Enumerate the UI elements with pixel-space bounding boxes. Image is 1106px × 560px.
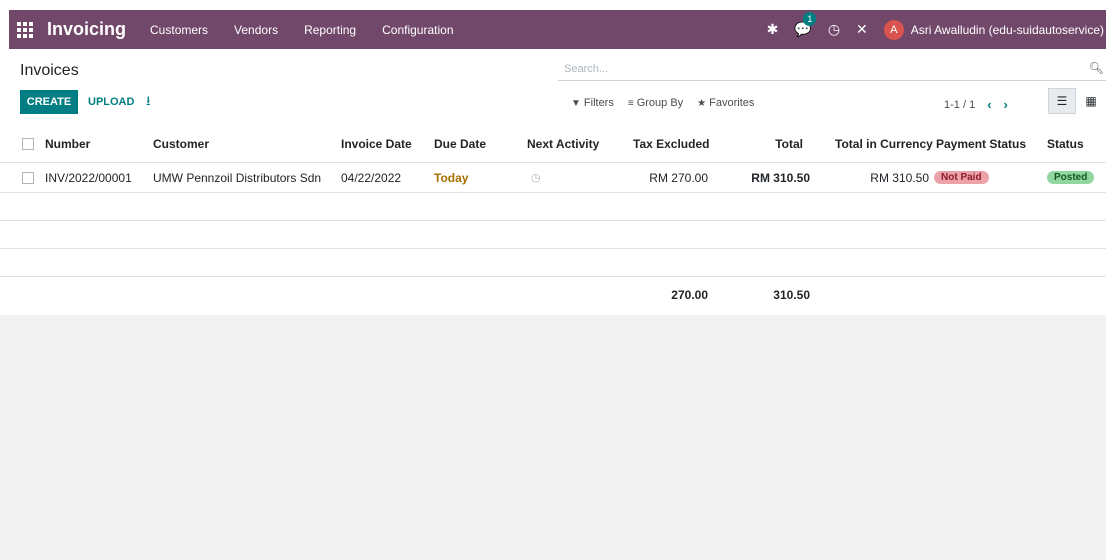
upload-button[interactable]: UPLOAD <box>88 96 134 108</box>
systray: ✱ 💬 1 ◷ ✕ A Asri Awalludin (edu-suidautos… <box>767 10 1106 49</box>
pager: 1-1 / 1 ‹ › <box>944 97 1008 112</box>
search-icon[interactable]: 🔍︎ <box>1089 61 1104 75</box>
search-bar: 🔍︎ <box>558 58 1106 81</box>
search-options: ▼ Filters ≡ Group By ★ Favorites <box>571 97 768 109</box>
table-row[interactable]: INV/2022/00001 UMW Pennzoil Distributors… <box>0 163 1106 193</box>
header-invoice-date[interactable]: Invoice Date <box>341 126 412 162</box>
list-view-icon[interactable]: ☰ <box>1048 88 1076 114</box>
create-button[interactable]: CREATE <box>20 90 78 114</box>
cell-total-currency: RM 310.50 <box>870 170 929 185</box>
filter-icon: ▼ <box>571 97 581 109</box>
avatar[interactable]: A <box>883 19 904 40</box>
header-payment-status[interactable]: Payment Status <box>936 126 1026 162</box>
menu-reporting[interactable]: Reporting <box>304 23 356 37</box>
header-number[interactable]: Number <box>45 126 90 162</box>
group-by-icon: ≡ <box>627 97 634 109</box>
cell-tax-excluded: RM 270.00 <box>649 170 708 185</box>
cell-invoice-date: 04/22/2022 <box>341 170 402 185</box>
row-checkbox[interactable] <box>22 171 34 184</box>
main-menu: Customers Vendors Reporting Configuratio… <box>150 23 479 37</box>
app-title[interactable]: Invoicing <box>47 19 126 40</box>
header-total-currency[interactable]: Total in Currency <box>835 126 933 162</box>
cell-number: INV/2022/00001 <box>45 170 132 185</box>
header-total[interactable]: Total <box>740 126 803 162</box>
footer-total: 310.50 <box>773 288 810 302</box>
menu-vendors[interactable]: Vendors <box>234 23 278 37</box>
filters-label: Filters <box>583 97 614 109</box>
group-by-button[interactable]: ≡ Group By <box>628 97 683 109</box>
group-by-label: Group By <box>636 97 684 109</box>
top-navbar: Invoicing Customers Vendors Reporting Co… <box>9 10 1106 49</box>
pager-value[interactable]: 1-1 / 1 <box>944 99 975 111</box>
header-due-date[interactable]: Due Date <box>434 126 486 162</box>
pager-next-icon[interactable]: › <box>1004 97 1008 112</box>
user-name[interactable]: Asri Awalludin (edu-suidautoservice) <box>911 23 1104 37</box>
cell-total: RM 310.50 <box>751 170 810 185</box>
header-customer[interactable]: Customer <box>153 126 209 162</box>
header-next-activity[interactable]: Next Activity <box>527 126 599 162</box>
header-status[interactable]: Status <box>1047 126 1084 162</box>
debug-icon[interactable]: ✱ <box>767 21 779 38</box>
table-footer: 270.00 310.50 <box>0 277 1106 313</box>
empty-content-area <box>0 315 1106 560</box>
payment-status-badge: Not Paid <box>934 171 989 184</box>
footer-tax-excluded: 270.00 <box>671 288 708 302</box>
activity-clock-icon[interactable]: ◷ <box>531 163 541 192</box>
apps-menu-icon[interactable] <box>17 21 33 38</box>
table-header: Number Customer Invoice Date Due Date Ne… <box>0 126 1106 163</box>
star-icon: ★ <box>697 97 707 109</box>
breadcrumb: Invoices <box>20 62 79 79</box>
tools-icon[interactable]: ✕ <box>856 21 868 38</box>
menu-customers[interactable]: Customers <box>150 23 208 37</box>
clock-icon[interactable]: ◷ <box>828 21 840 38</box>
messages-badge: 1 <box>803 12 817 26</box>
chat-icon[interactable]: 💬 1 <box>794 12 817 38</box>
empty-row <box>0 249 1106 277</box>
status-badge: Posted <box>1047 171 1095 184</box>
favorites-button[interactable]: ★ Favorites <box>697 97 754 109</box>
invoice-table: Number Customer Invoice Date Due Date Ne… <box>0 126 1106 313</box>
search-input[interactable] <box>558 63 1070 75</box>
menu-configuration[interactable]: Configuration <box>382 23 453 37</box>
kanban-view-icon[interactable]: ▦ <box>1080 89 1102 113</box>
empty-row <box>0 221 1106 249</box>
cell-customer: UMW Pennzoil Distributors Sdn <box>153 170 322 185</box>
filters-button[interactable]: ▼ Filters <box>571 97 614 109</box>
favorites-label: Favorites <box>709 97 755 109</box>
header-tax-excluded[interactable]: Tax Excluded <box>633 126 709 162</box>
empty-row <box>0 193 1106 221</box>
cell-due-date: Today <box>434 170 469 185</box>
select-all-checkbox[interactable] <box>22 138 34 150</box>
pager-previous-icon[interactable]: ‹ <box>987 97 991 112</box>
download-icon[interactable]: ⭳ <box>146 92 151 114</box>
